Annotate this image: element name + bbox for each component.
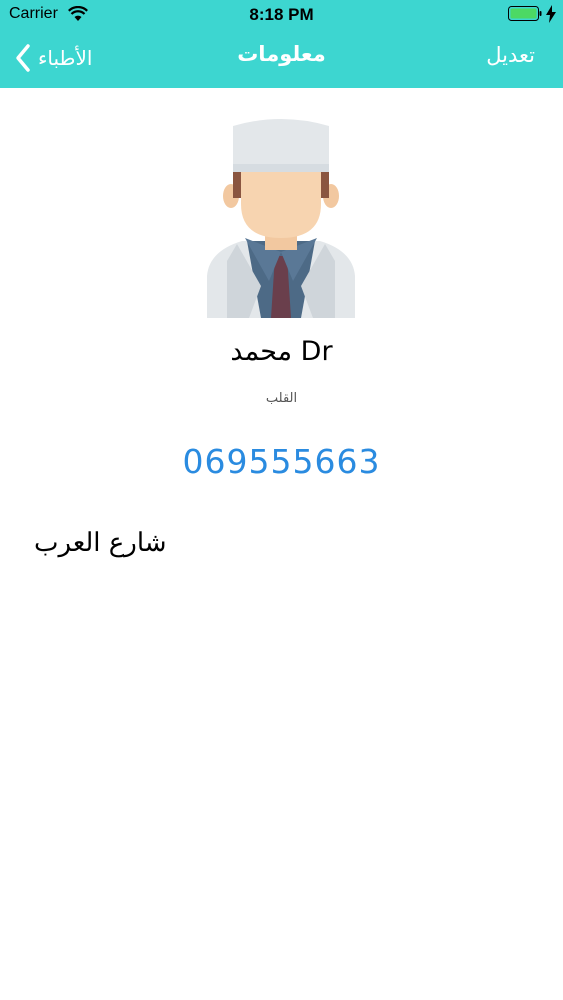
battery-icon <box>508 6 542 21</box>
phone-number-link[interactable]: 069555663 <box>0 442 563 481</box>
doctor-avatar-icon <box>207 119 355 318</box>
doctor-address: شارع العرب <box>34 528 167 558</box>
status-time: 8:18 PM <box>249 5 314 24</box>
charging-bolt-icon <box>546 5 556 23</box>
navigation-bar: الأطباء معلومات تعديل <box>0 30 563 88</box>
page-title: معلومات <box>237 42 326 66</box>
doctor-specialty: القلب <box>265 391 298 406</box>
edit-button[interactable]: تعديل <box>486 43 535 67</box>
doctor-name: محمد Dr <box>230 336 333 367</box>
status-bar: Carrier 8:18 PM <box>0 0 563 30</box>
